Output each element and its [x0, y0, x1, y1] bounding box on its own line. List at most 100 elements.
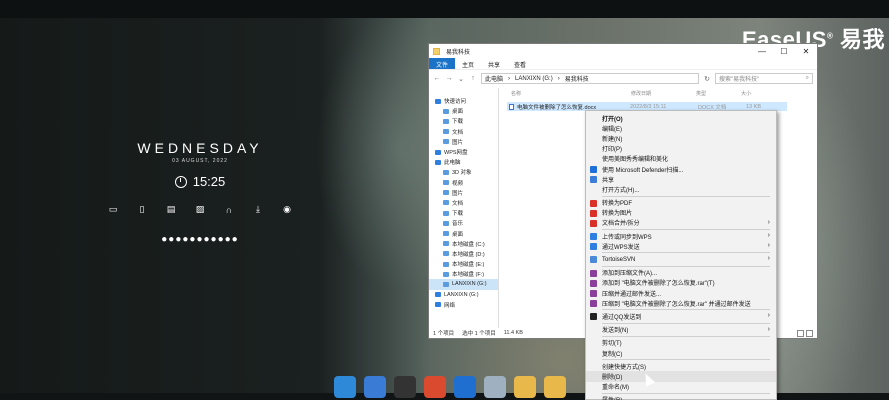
nav-item[interactable]: 下载	[429, 116, 498, 126]
bird-icon[interactable]	[364, 376, 386, 398]
nav-item[interactable]: 文档	[429, 127, 498, 137]
context-menu-item[interactable]: 使用美图秀秀编辑和美化	[586, 154, 776, 164]
toolbox-icon[interactable]	[334, 376, 356, 398]
context-menu-item[interactable]: 属性(R)	[586, 395, 776, 400]
nav-item[interactable]: 视频	[429, 178, 498, 188]
nav-item-icon	[435, 98, 441, 104]
menu-item-label: 打开方式(H)...	[602, 187, 640, 194]
maximize-button[interactable]: ☐	[773, 47, 795, 56]
download-icon[interactable]: ⤓	[254, 204, 263, 214]
chart-icon[interactable]	[454, 376, 476, 398]
nav-item[interactable]: 本地磁盘 (E:)	[429, 259, 498, 269]
password-dots[interactable]: ●●●●●●●●●●●	[100, 234, 300, 245]
search-input[interactable]: 搜索"易我科技" ⌕	[715, 73, 813, 84]
tab-home[interactable]: 主页	[455, 58, 481, 69]
nav-item[interactable]: 本地磁盘 (D:)	[429, 249, 498, 259]
nav-item[interactable]: LANXIXN (G:)	[429, 290, 498, 300]
recycle-bin-icon[interactable]	[484, 376, 506, 398]
folder-2-icon[interactable]	[544, 376, 566, 398]
folder-1-icon[interactable]	[514, 376, 536, 398]
back-icon[interactable]: ←	[433, 75, 441, 82]
nav-item[interactable]: 此电脑	[429, 157, 498, 167]
tiles-view-icon[interactable]	[806, 329, 813, 337]
forward-icon[interactable]: →	[445, 75, 453, 82]
context-menu-item[interactable]: 删除(D)	[586, 371, 776, 382]
nav-item[interactable]: 图片	[429, 137, 498, 147]
details-view-icon[interactable]	[797, 329, 804, 337]
refresh-icon[interactable]: ↻	[703, 75, 711, 83]
menu-item-label: 创建快捷方式(S)	[602, 364, 646, 371]
film-icon[interactable]: ▤	[167, 204, 176, 214]
context-menu-item[interactable]: 压缩并通过邮件发送...	[586, 288, 776, 298]
nav-item[interactable]: 本地磁盘 (F:)	[429, 269, 498, 279]
nav-item[interactable]: 图片	[429, 188, 498, 198]
context-menu-item[interactable]: 编辑(E)	[586, 123, 776, 133]
col-name[interactable]: 名称	[511, 90, 631, 97]
context-menu-item[interactable]: 添加到压缩文件(A)...	[586, 268, 776, 278]
chrome-icon[interactable]: ◉	[283, 204, 292, 214]
menu-item-label: 通过QQ发送到	[602, 314, 642, 321]
nav-item[interactable]: 下载	[429, 208, 498, 218]
context-menu-item[interactable]: 打开(O)	[586, 113, 776, 123]
nav-item[interactable]: 3D 对象	[429, 167, 498, 177]
menu-item-icon	[590, 279, 597, 287]
context-menu-item[interactable]: 转换为图片	[586, 208, 776, 218]
context-menu-item[interactable]: 新建(N)	[586, 133, 776, 143]
up-icon[interactable]: ↑	[469, 75, 477, 82]
context-menu-item[interactable]: 转换为PDF	[586, 198, 776, 208]
context-menu-item[interactable]: 压缩到 "电脑文件被删除了怎么恢复.rar" 并通过邮件发送	[586, 298, 776, 308]
nav-item[interactable]: WPS网盘	[429, 147, 498, 157]
nav-item[interactable]: 本地磁盘 (C:)	[429, 239, 498, 249]
headphones-icon[interactable]: ∩	[225, 205, 234, 215]
close-button[interactable]: ✕	[795, 47, 817, 56]
minimize-button[interactable]: —	[751, 47, 773, 56]
menu-item-icon	[590, 219, 597, 227]
nav-item-icon	[443, 200, 449, 206]
context-menu-item[interactable]: 打印(P)	[586, 144, 776, 154]
context-menu-item[interactable]: 添加到 "电脑文件被删除了怎么恢复.rar"(T)	[586, 278, 776, 288]
nav-item[interactable]: 网络	[429, 300, 498, 310]
nav-item-icon	[443, 190, 449, 196]
context-menu-item[interactable]: 创建快捷方式(S)	[586, 361, 776, 371]
media-icon[interactable]	[394, 376, 416, 398]
nav-item[interactable]: 桌面	[429, 106, 498, 116]
context-menu-item[interactable]: 重命名(M)	[586, 382, 776, 392]
monitor-icon[interactable]: ▭	[109, 204, 118, 214]
nav-item[interactable]: 快速访问	[429, 96, 498, 106]
context-menu-item[interactable]: 发送到(N) ›	[586, 325, 776, 335]
context-menu-item[interactable]: 打开方式(H)...	[586, 184, 776, 194]
menu-separator	[602, 309, 770, 311]
col-date[interactable]: 修改日期	[631, 90, 696, 97]
image-icon[interactable]: ▨	[196, 204, 205, 214]
file-icon[interactable]: ▯	[138, 204, 147, 214]
tab-view[interactable]: 查看	[507, 58, 533, 69]
context-menu-item[interactable]: 通过WPS发送 ›	[586, 241, 776, 251]
context-menu-item[interactable]: 上传或同步到WPS ›	[586, 231, 776, 241]
recorder-icon[interactable]	[424, 376, 446, 398]
context-menu-item[interactable]: 剪切(T)	[586, 338, 776, 348]
tab-file[interactable]: 文件	[429, 58, 456, 69]
menu-item-label: 通过WPS发送	[602, 244, 640, 251]
context-menu-item[interactable]: 复制(C)	[586, 348, 776, 358]
address-bar[interactable]: 此电脑 › LANXIXN (G:) › 易我科技	[481, 73, 699, 84]
breadcrumb-drive[interactable]: LANXIXN (G:)	[515, 76, 553, 82]
breadcrumb-this-pc[interactable]: 此电脑	[485, 74, 503, 83]
context-menu-item[interactable]: TortoiseSVN ›	[586, 254, 776, 264]
col-size[interactable]: 大小	[741, 90, 751, 97]
nav-item[interactable]: 文档	[429, 198, 498, 208]
menu-item-label: 发送到(N)	[602, 328, 629, 335]
col-type[interactable]: 类型	[696, 90, 741, 97]
nav-item-icon	[435, 149, 441, 155]
context-menu-item[interactable]: 共享	[586, 174, 776, 184]
recent-icon[interactable]: ⌄	[457, 75, 465, 83]
nav-item[interactable]: LANXIXN (G:)	[429, 279, 498, 290]
breadcrumb-folder[interactable]: 易我科技	[565, 74, 589, 83]
tab-share[interactable]: 共享	[481, 58, 507, 69]
context-menu-item[interactable]: 通过QQ发送到 ›	[586, 311, 776, 321]
context-menu-item[interactable]: 使用 Microsoft Defender扫描...	[586, 164, 776, 174]
nav-item[interactable]: 音乐	[429, 218, 498, 228]
nav-item-label: 图片	[452, 139, 464, 146]
context-menu-item[interactable]: 文档合并/拆分 ›	[586, 218, 776, 228]
nav-item[interactable]: 桌面	[429, 228, 498, 238]
nav-item-label: 此电脑	[444, 160, 461, 167]
